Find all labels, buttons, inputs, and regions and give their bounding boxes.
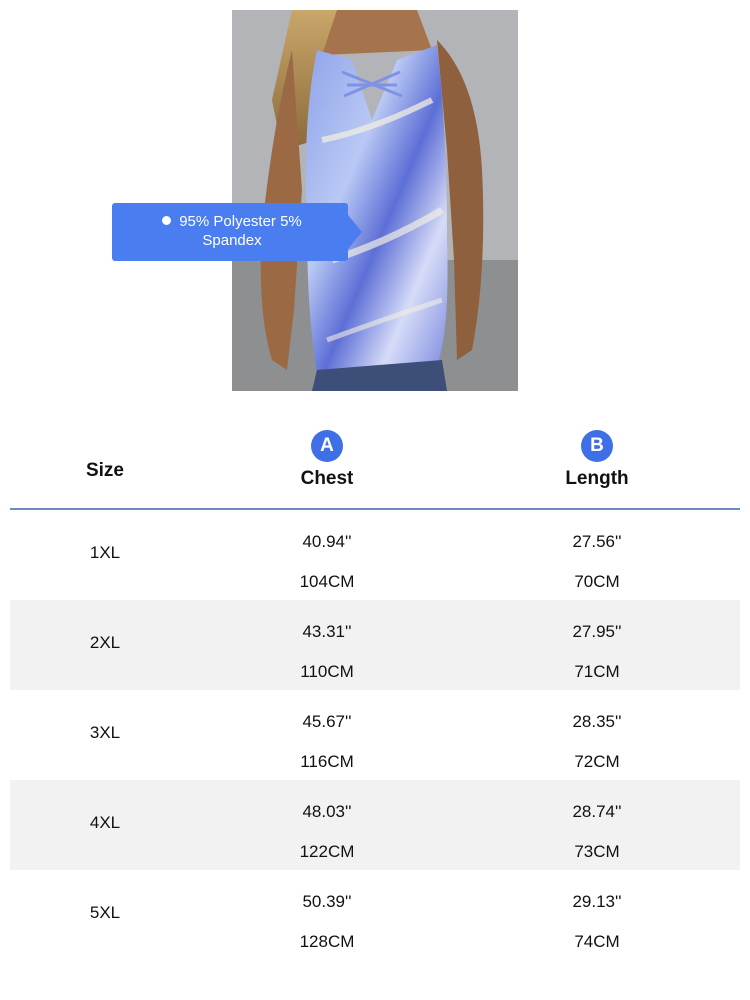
length-cm-cell: 73CM (574, 842, 620, 861)
size-cell: 3XL (89, 723, 121, 742)
length-badge-b: B (581, 430, 613, 462)
chest-cm-cell: 110CM (300, 662, 354, 681)
header-chest: A Chest (277, 430, 377, 490)
header-length-label: Length (565, 468, 629, 489)
length-cm-cell: 70CM (574, 572, 620, 591)
size-cell: 5XL (89, 903, 121, 922)
material-text-line2: Spandex (202, 232, 262, 249)
chest-cm-cell: 116CM (300, 752, 354, 771)
material-callout: 95% Polyester 5% Spandex (112, 203, 362, 261)
table-row: 5XL 50.39'' 128CM 29.13'' 74CM (10, 870, 740, 960)
length-inch-cell: 29.13'' (572, 892, 622, 911)
length-cm-cell: 74CM (574, 932, 620, 951)
length-inch-cell: 27.56'' (572, 532, 622, 551)
chest-inch-cell: 45.67'' (302, 712, 352, 731)
size-chart-header: Size A Chest B Length (10, 420, 740, 510)
tank-top-illustration (232, 10, 518, 391)
length-inch-cell: 27.95'' (572, 622, 622, 641)
table-row: 1XL 40.94'' 104CM 27.56'' 70CM (10, 510, 740, 600)
chest-inch-cell: 43.31'' (302, 622, 352, 641)
table-row: 3XL 45.67'' 116CM 28.35'' 72CM (10, 690, 740, 780)
material-text-line1: 95% Polyester 5% (179, 213, 302, 230)
size-chart-table: Size A Chest B Length 1XL 40.94'' 104CM … (10, 420, 740, 960)
size-cell: 2XL (89, 633, 121, 652)
header-size: Size (85, 460, 125, 481)
length-cm-cell: 71CM (574, 662, 620, 681)
chest-inch-cell: 50.39'' (302, 892, 352, 911)
chest-cm-cell: 128CM (299, 932, 355, 951)
table-row: 4XL 48.03'' 122CM 28.74'' 73CM (10, 780, 740, 870)
table-row: 2XL 43.31'' 110CM 27.95'' 71CM (10, 600, 740, 690)
chest-inch-cell: 48.03'' (302, 802, 352, 821)
chest-cm-cell: 104CM (299, 572, 355, 591)
product-photo (232, 10, 518, 391)
length-cm-cell: 72CM (574, 752, 620, 771)
length-inch-cell: 28.74'' (572, 802, 622, 821)
chest-cm-cell: 122CM (299, 842, 355, 861)
size-cell: 1XL (89, 543, 121, 562)
chest-badge-a: A (311, 430, 343, 462)
size-cell: 4XL (89, 813, 121, 832)
length-inch-cell: 28.35'' (572, 712, 622, 731)
header-length: B Length (547, 430, 647, 490)
bullet-dot-icon (162, 216, 172, 225)
header-chest-label: Chest (300, 468, 354, 489)
chest-inch-cell: 40.94'' (302, 532, 352, 551)
